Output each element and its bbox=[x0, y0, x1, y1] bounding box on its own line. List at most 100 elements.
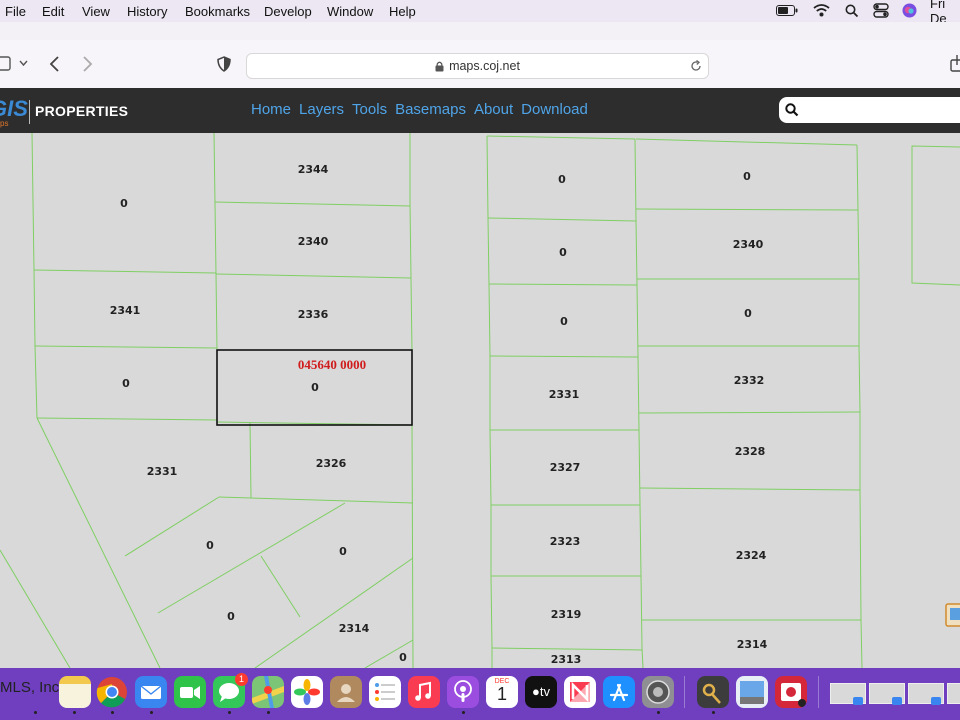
menu-help[interactable]: Help bbox=[389, 4, 416, 19]
dock-photo-booth-icon[interactable] bbox=[775, 676, 807, 708]
parcel-label[interactable]: 2314 bbox=[339, 622, 370, 635]
menu-window[interactable]: Window bbox=[327, 4, 373, 19]
menu-file[interactable]: File bbox=[5, 4, 26, 19]
nav-tools[interactable]: Tools bbox=[352, 101, 387, 118]
dock-maps-icon[interactable] bbox=[252, 676, 284, 708]
dock-running-indicator bbox=[657, 711, 660, 714]
parcel-label[interactable]: 2314 bbox=[737, 638, 768, 651]
dock-mail-icon[interactable] bbox=[135, 676, 167, 708]
parcel-label[interactable]: 2332 bbox=[734, 374, 765, 387]
dock-keychain-icon[interactable] bbox=[697, 676, 729, 708]
dock-mls-app-label[interactable]: MLS, Inc. bbox=[0, 679, 63, 696]
parcel-label[interactable]: 0 bbox=[560, 315, 568, 328]
lock-icon bbox=[435, 61, 444, 71]
parcel-label[interactable]: 0 bbox=[227, 610, 235, 623]
control-center-icon[interactable] bbox=[873, 3, 889, 18]
dock-running-indicator bbox=[228, 711, 231, 714]
apple-logo-icon: ● bbox=[532, 684, 540, 699]
dock-running-indicator bbox=[712, 711, 715, 714]
parcel-label[interactable]: 2324 bbox=[736, 549, 767, 562]
menu-edit[interactable]: Edit bbox=[42, 4, 64, 19]
dock-system-preferences-icon[interactable] bbox=[642, 676, 674, 708]
site-brand: PROPERTIES bbox=[35, 103, 129, 119]
privacy-shield-icon[interactable] bbox=[217, 56, 231, 72]
parcel-label[interactable]: 0 bbox=[399, 651, 407, 664]
parcel-label[interactable]: 2331 bbox=[147, 465, 178, 478]
siri-icon[interactable] bbox=[902, 3, 917, 18]
reload-icon[interactable] bbox=[690, 60, 702, 72]
parcel-label[interactable]: 2344 bbox=[298, 163, 329, 176]
site-nav: Home Layers Tools Basemaps About Downloa… bbox=[251, 101, 588, 118]
parcel-label[interactable]: 0 bbox=[559, 246, 567, 259]
dock-running-indicator bbox=[111, 711, 114, 714]
spotlight-search-icon[interactable] bbox=[845, 4, 859, 18]
parcel-label[interactable]: 2336 bbox=[298, 308, 329, 321]
map-search-input[interactable] bbox=[779, 97, 960, 123]
dock-tv-icon[interactable]: ●tv bbox=[525, 676, 557, 708]
minimized-window-badge bbox=[853, 697, 863, 705]
dock-music-icon[interactable] bbox=[408, 676, 440, 708]
parcel-label[interactable]: 0 bbox=[339, 545, 347, 558]
dock-calendar-icon[interactable]: DEC 1 bbox=[486, 676, 518, 708]
tab-strip bbox=[0, 22, 960, 41]
tv-label: tv bbox=[539, 684, 550, 699]
calendar-day: 1 bbox=[496, 684, 507, 704]
sidebar-toggle-icon[interactable] bbox=[0, 56, 12, 72]
parcel-label[interactable]: 0 bbox=[744, 307, 752, 320]
address-bar[interactable]: maps.coj.net bbox=[246, 53, 709, 79]
dock-minimized-window[interactable] bbox=[947, 683, 960, 704]
dock-contacts-icon[interactable] bbox=[330, 676, 362, 708]
dock-reminders-icon[interactable] bbox=[369, 676, 401, 708]
parcel-label[interactable]: 2331 bbox=[549, 388, 580, 401]
dock-photos-icon[interactable] bbox=[291, 676, 323, 708]
dock-separator bbox=[818, 676, 819, 708]
forward-icon[interactable] bbox=[82, 56, 93, 72]
dock-preview-icon[interactable] bbox=[736, 676, 768, 708]
parcel-label[interactable]: 2340 bbox=[298, 235, 329, 248]
menu-view[interactable]: View bbox=[82, 4, 110, 19]
messages-badge: 1 bbox=[235, 673, 248, 686]
dock-running-indicator bbox=[267, 711, 270, 714]
parcel-map[interactable]: 045640 0000 0 2344 2340 2341 2336 0 0 23… bbox=[0, 133, 960, 668]
nav-layers[interactable]: Layers bbox=[299, 101, 344, 118]
selected-parcel-id: 045640 0000 bbox=[298, 357, 366, 372]
back-icon[interactable] bbox=[49, 56, 60, 72]
parcel-label[interactable]: 0 bbox=[558, 173, 566, 186]
parcel-label[interactable]: 2327 bbox=[550, 461, 581, 474]
dock-running-indicator bbox=[150, 711, 153, 714]
parcel-label[interactable]: 0 bbox=[743, 170, 751, 183]
menu-history[interactable]: History bbox=[127, 4, 167, 19]
brand-divider bbox=[29, 100, 30, 124]
parcel-label[interactable]: 2328 bbox=[735, 445, 766, 458]
dock-podcasts-icon[interactable] bbox=[447, 676, 479, 708]
menu-bar: File Edit View History Bookmarks Develop… bbox=[0, 0, 960, 26]
dock-app-store-icon[interactable] bbox=[603, 676, 635, 708]
dock-chrome-icon[interactable] bbox=[96, 676, 128, 708]
wifi-icon[interactable] bbox=[813, 3, 830, 18]
parcel-label[interactable]: 2341 bbox=[110, 304, 141, 317]
parcel-label[interactable]: 0 bbox=[122, 377, 130, 390]
parcel-label[interactable]: 2319 bbox=[551, 608, 582, 621]
menu-bookmarks[interactable]: Bookmarks bbox=[185, 4, 250, 19]
nav-home[interactable]: Home bbox=[251, 101, 291, 118]
battery-icon[interactable] bbox=[776, 4, 798, 17]
minimized-window-badge bbox=[931, 697, 941, 705]
menu-develop[interactable]: Develop bbox=[264, 4, 312, 19]
dock-news-icon[interactable] bbox=[564, 676, 596, 708]
chevron-down-icon[interactable] bbox=[19, 60, 28, 67]
nav-basemaps[interactable]: Basemaps bbox=[395, 101, 466, 118]
nav-download[interactable]: Download bbox=[521, 101, 588, 118]
dock-facetime-icon[interactable] bbox=[174, 676, 206, 708]
parcel-label[interactable]: 0 bbox=[311, 381, 319, 394]
dock-notes-icon[interactable] bbox=[59, 676, 91, 708]
parcel-label[interactable]: 2340 bbox=[733, 238, 764, 251]
parcel-label[interactable]: 2326 bbox=[316, 457, 347, 470]
site-logo-subtext: ps bbox=[0, 119, 9, 128]
parcel-label[interactable]: 0 bbox=[120, 197, 128, 210]
parcel-label[interactable]: 2313 bbox=[551, 653, 582, 666]
parcel-label[interactable]: 0 bbox=[206, 539, 214, 552]
parcel-label[interactable]: 2323 bbox=[550, 535, 581, 548]
share-icon[interactable] bbox=[950, 54, 960, 72]
nav-about[interactable]: About bbox=[474, 101, 513, 118]
dock-separator bbox=[684, 676, 685, 708]
